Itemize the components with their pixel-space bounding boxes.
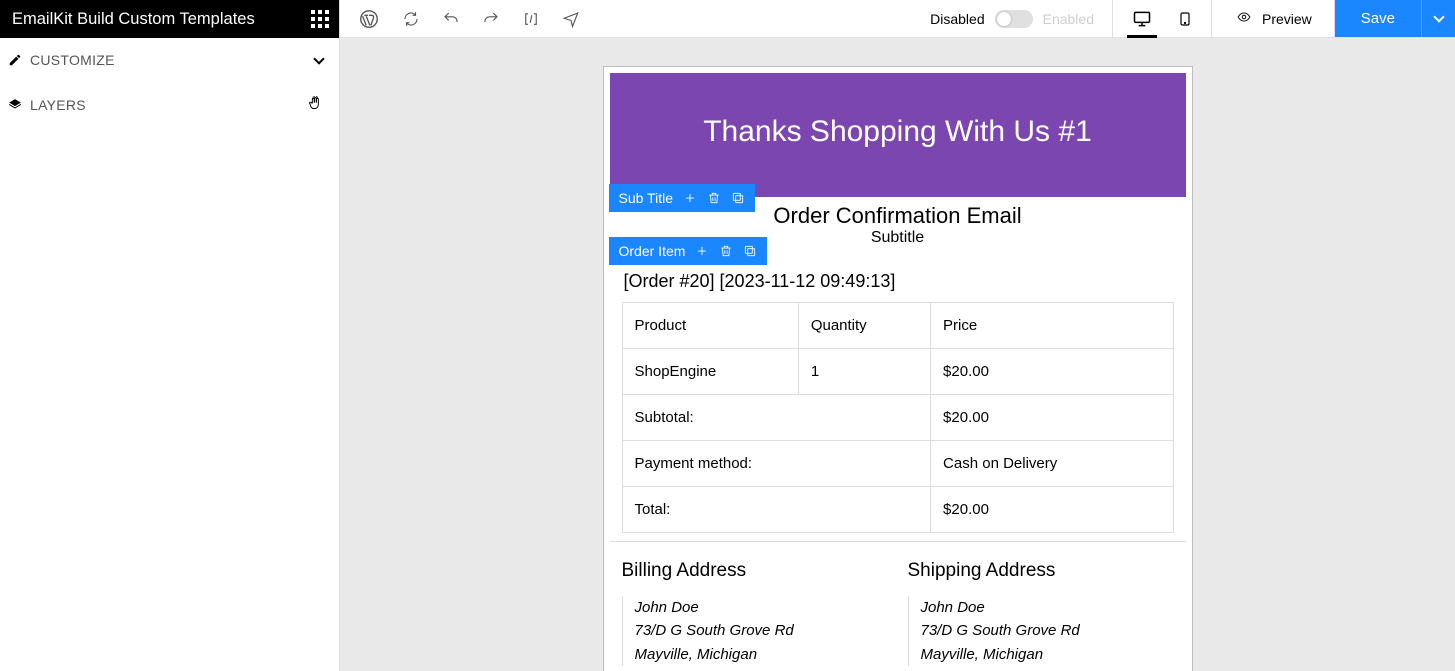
order-meta: [Order #20] [2023-11-12 09:49:13] <box>622 263 1174 302</box>
editor-canvas[interactable]: Thanks Shopping With Us #1 Sub Title Ord… <box>340 38 1455 671</box>
layers-icon <box>8 98 22 112</box>
sidebar-item-label: LAYERS <box>30 97 86 113</box>
toggle-enabled-label: Enabled <box>1043 11 1094 27</box>
col-header-quantity: Quantity <box>798 303 930 349</box>
summary-value: $20.00 <box>931 487 1173 533</box>
table-row: Total: $20.00 <box>622 487 1173 533</box>
wordpress-logo-icon[interactable] <box>358 8 380 30</box>
app-title: EmailKit Build Custom Templates <box>12 10 255 29</box>
addresses-row: Billing Address John Doe 73/D G South Gr… <box>610 542 1186 670</box>
shortcode-icon[interactable] <box>522 10 540 28</box>
eye-icon <box>1234 10 1254 27</box>
email-frame: Thanks Shopping With Us #1 Sub Title Ord… <box>603 66 1193 671</box>
col-header-price: Price <box>931 303 1173 349</box>
col-header-product: Product <box>622 303 798 349</box>
section-title: Order Confirmation Email <box>610 203 1186 229</box>
address-line: John Doe <box>921 596 1174 619</box>
summary-label: Total: <box>622 487 931 533</box>
table-row: Payment method: Cash on Delivery <box>622 441 1173 487</box>
sidebar-item-label: CUSTOMIZE <box>30 52 115 68</box>
sidebar-item-customize[interactable]: CUSTOMIZE <box>0 38 339 83</box>
cell-product: ShopEngine <box>622 349 798 395</box>
sidebar-header: EmailKit Build Custom Templates <box>0 0 339 38</box>
plus-icon[interactable] <box>695 244 709 258</box>
order-item-block[interactable]: Order Item [Order #20] [2023-11-12 09:49… <box>610 253 1186 542</box>
enable-toggle[interactable] <box>995 10 1033 28</box>
send-icon[interactable] <box>562 10 580 28</box>
table-row: Product Quantity Price <box>622 303 1173 349</box>
address-line: 73/D G South Grove Rd <box>635 619 888 642</box>
refresh-icon[interactable] <box>402 10 420 28</box>
order-table: Product Quantity Price ShopEngine 1 $20.… <box>622 302 1174 533</box>
duplicate-icon[interactable] <box>743 244 757 258</box>
sidebar-item-layers[interactable]: LAYERS <box>0 83 339 128</box>
address-title: Shipping Address <box>908 560 1174 582</box>
hero-title: Thanks Shopping With Us #1 <box>620 115 1176 149</box>
main-area: Disabled Enabled Preview Save <box>340 0 1455 671</box>
address-line: Mayville, Michigan <box>635 643 888 666</box>
device-desktop-icon[interactable] <box>1131 9 1153 29</box>
enable-toggle-group: Disabled Enabled <box>930 0 1112 37</box>
address-title: Billing Address <box>622 560 888 582</box>
undo-icon[interactable] <box>442 10 460 28</box>
sidebar: EmailKit Build Custom Templates CUSTOMIZ… <box>0 0 340 671</box>
pencil-icon <box>8 53 22 67</box>
toggle-disabled-label: Disabled <box>930 11 984 27</box>
email-hero[interactable]: Thanks Shopping With Us #1 Sub Title <box>610 73 1186 197</box>
trash-icon[interactable] <box>719 244 733 258</box>
widget-handle-order-item[interactable]: Order Item <box>609 237 768 265</box>
summary-value: $20.00 <box>931 395 1173 441</box>
shipping-address: Shipping Address John Doe 73/D G South G… <box>908 560 1174 666</box>
chevron-down-icon <box>1433 11 1444 22</box>
device-tablet-icon[interactable] <box>1177 9 1193 29</box>
summary-label: Payment method: <box>622 441 931 487</box>
cell-price: $20.00 <box>931 349 1173 395</box>
table-row: Subtotal: $20.00 <box>622 395 1173 441</box>
table-row: ShopEngine 1 $20.00 <box>622 349 1173 395</box>
cursor-hand-icon <box>307 95 323 116</box>
save-button[interactable]: Save <box>1335 0 1421 37</box>
summary-label: Subtotal: <box>622 395 931 441</box>
apps-grid-icon[interactable] <box>311 10 329 28</box>
redo-icon[interactable] <box>482 10 500 28</box>
preview-button[interactable]: Preview <box>1212 0 1334 37</box>
summary-value: Cash on Delivery <box>931 441 1173 487</box>
chevron-down-icon <box>313 53 324 64</box>
address-line: 73/D G South Grove Rd <box>921 619 1174 642</box>
preview-label: Preview <box>1262 11 1312 27</box>
cell-quantity: 1 <box>798 349 930 395</box>
billing-address: Billing Address John Doe 73/D G South Gr… <box>622 560 888 666</box>
address-line: Mayville, Michigan <box>921 643 1174 666</box>
save-more-button[interactable] <box>1421 0 1455 37</box>
topbar: Disabled Enabled Preview Save <box>340 0 1455 38</box>
address-line: John Doe <box>635 596 888 619</box>
widget-handle-label: Order Item <box>619 243 686 259</box>
